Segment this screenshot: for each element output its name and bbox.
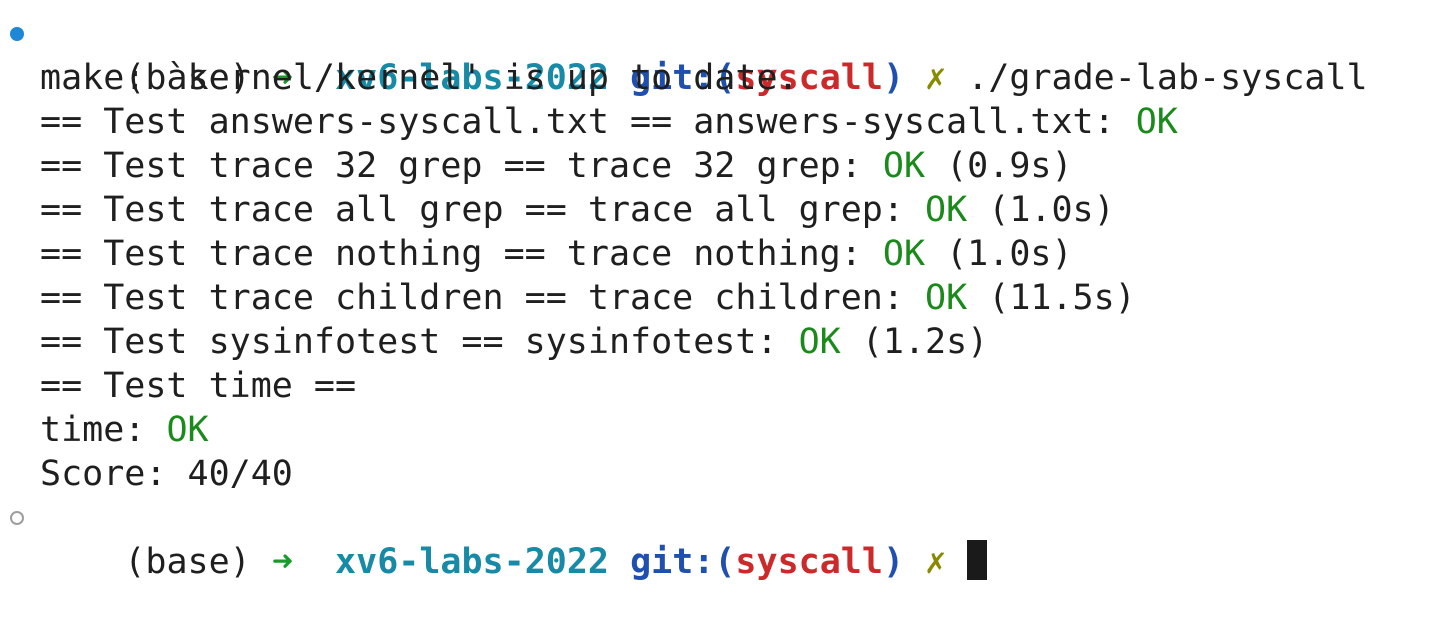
terminal-output: (base) ➜ xv6-labs-2022 git:(syscall) ✗ .…: [0, 12, 1456, 582]
test-time: (0.9s): [925, 146, 1073, 186]
test-status: OK: [882, 146, 926, 186]
test-result-line: == Test answers-syscall.txt == answers-s…: [0, 100, 1456, 144]
time-result-line: time: OK: [0, 408, 1456, 452]
git-prefix: git:(: [630, 542, 736, 582]
score-line: Score: 40/40: [0, 452, 1456, 496]
current-directory: xv6-labs-2022: [335, 542, 609, 582]
time-test-header: == Test time ==: [0, 364, 1456, 408]
test-status: OK: [882, 234, 926, 274]
test-time: (11.5s): [967, 278, 1136, 318]
text-cursor[interactable]: [967, 540, 988, 580]
current-prompt-line[interactable]: (base) ➜ xv6-labs-2022 git:(syscall) ✗: [0, 496, 1456, 582]
time-test-header-text: == Test time ==: [40, 366, 357, 406]
test-status: OK: [1135, 102, 1178, 142]
test-result-line: == Test trace 32 grep == trace 32 grep: …: [0, 144, 1456, 188]
test-status: OK: [925, 278, 968, 318]
test-status: OK: [925, 190, 968, 230]
test-label: == Test trace 32 grep == trace 32 grep:: [40, 146, 883, 186]
git-suffix: ): [882, 542, 905, 582]
test-label: == Test trace all grep == trace all grep…: [40, 190, 926, 230]
test-result-line: == Test trace nothing == trace nothing: …: [0, 232, 1456, 276]
test-label: == Test trace children == trace children…: [40, 278, 926, 318]
test-time: (1.0s): [925, 234, 1073, 274]
test-label: == Test trace nothing == trace nothing:: [40, 234, 883, 274]
command-status-dot-icon[interactable]: [10, 27, 24, 41]
make-output-text: make: `kernel/kernel' is up to date.: [40, 58, 799, 98]
test-result-line: == Test trace all grep == trace all grep…: [0, 188, 1456, 232]
score-text: Score: 40/40: [40, 454, 293, 494]
test-time: (1.0s): [967, 190, 1115, 230]
command-status-dot-icon: [10, 511, 24, 525]
prompt-line: (base) ➜ xv6-labs-2022 git:(syscall) ✗ .…: [0, 12, 1456, 98]
test-label: == Test sysinfotest == sysinfotest:: [40, 322, 799, 362]
conda-env: (base): [124, 542, 251, 582]
dirty-mark-icon: ✗: [925, 542, 947, 582]
test-status: OK: [798, 322, 841, 362]
arrow-icon: ➜: [271, 542, 293, 582]
test-result-line: == Test trace children == trace children…: [0, 276, 1456, 320]
time-label: time:: [40, 410, 167, 450]
git-branch: syscall: [735, 542, 883, 582]
test-result-line: == Test sysinfotest == sysinfotest: OK (…: [0, 320, 1456, 364]
make-output-line: make: `kernel/kernel' is up to date.: [0, 56, 1456, 100]
time-status: OK: [166, 410, 209, 450]
test-time: (1.2s): [840, 322, 989, 362]
test-label: == Test answers-syscall.txt == answers-s…: [40, 102, 1136, 142]
